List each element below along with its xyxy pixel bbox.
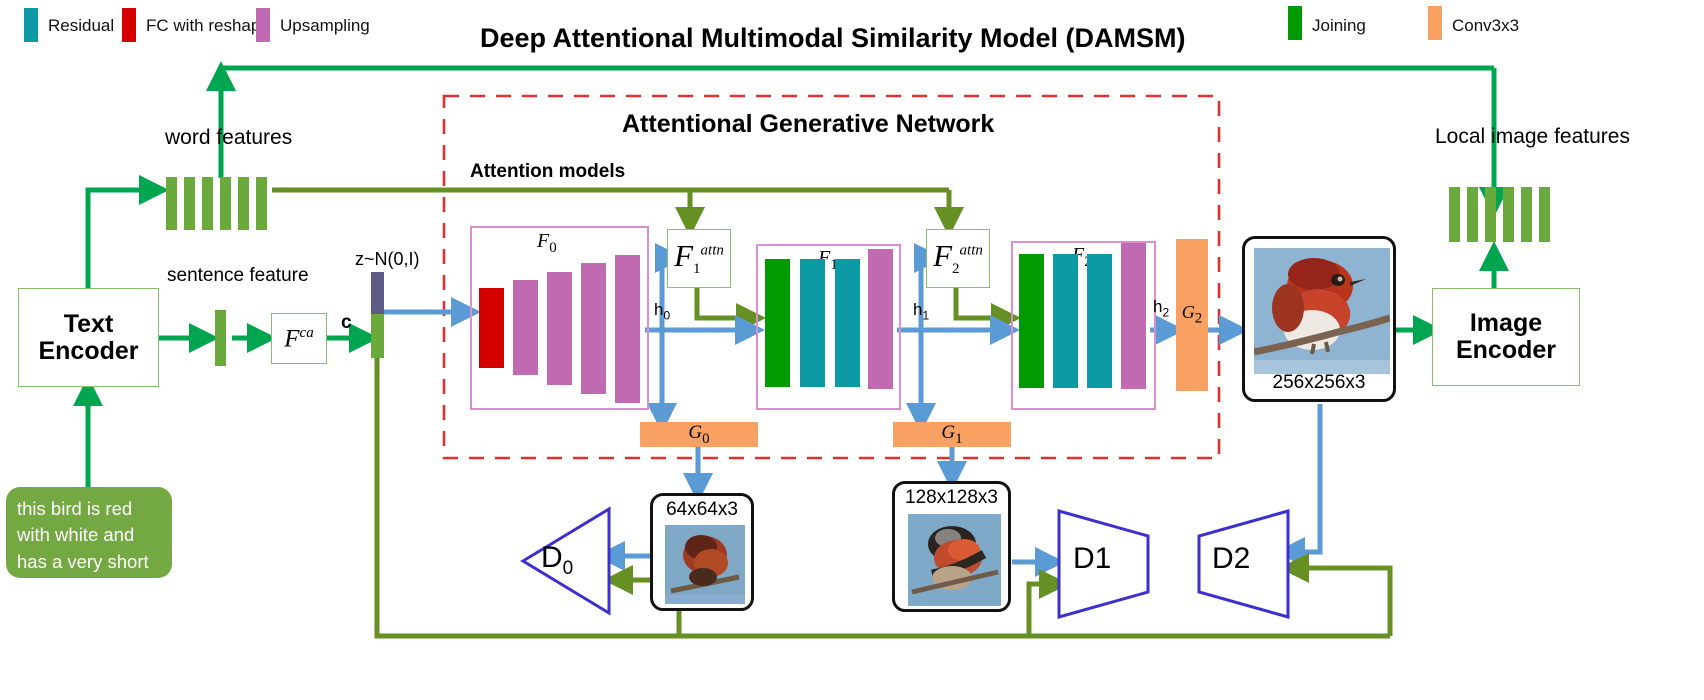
local-image-features-label: Local image features [1435, 125, 1630, 148]
generated-image-64 [665, 525, 745, 604]
legend-label-conv3x3: Conv3x3 [1452, 16, 1520, 35]
legend-swatch-residual [24, 8, 38, 42]
image-card-128: 128x128x3 [892, 481, 1011, 612]
image-card-64-caption: 64x64x3 [666, 499, 738, 520]
image-card-64: 64x64x3 [650, 493, 754, 611]
diagram-title: Deep Attentional Multimodal Similarity M… [480, 23, 1186, 53]
discriminator-d1-label: D1 [1073, 542, 1112, 575]
text-encoder: Text Encoder [18, 288, 159, 387]
fca-label: Fca [284, 324, 314, 353]
generator-g2: G2 [1176, 239, 1208, 391]
sentence-feature-label: sentence feature [167, 265, 309, 286]
f2-block-joining [1019, 254, 1044, 388]
attention-models-header: Attention models [470, 161, 626, 182]
attention-model-2: F2attn [926, 229, 990, 288]
condition-joining-bar [371, 314, 384, 358]
generator-g0: G0 [640, 422, 758, 447]
image-card-128-caption: 128x128x3 [905, 487, 998, 508]
generator-g1: G1 [893, 422, 1011, 447]
h0-label: h0 [654, 300, 671, 323]
f1-block-joining [765, 259, 790, 387]
f0-block-up4 [615, 255, 640, 403]
f0-block-up2 [547, 272, 572, 385]
wire-attn1-to-f1 [694, 286, 767, 333]
generated-image-128 [908, 514, 1001, 606]
legend-swatch-upsampling [256, 8, 270, 42]
f0-block-up3 [581, 263, 606, 394]
legend-label-fc-reshape: FC with reshape [146, 16, 270, 35]
attention-model-2-label: F2attn [933, 237, 983, 278]
fca-block: Fca [271, 313, 327, 364]
generator-g0-label: G0 [688, 421, 710, 447]
image-card-256: 256x256x3 [1242, 236, 1396, 402]
image-card-256-caption: 256x256x3 [1272, 372, 1366, 393]
attention-model-1-label: F1attn [674, 237, 724, 278]
c-label: c [341, 312, 352, 333]
image-encoder-label: Image Encoder [1455, 309, 1557, 364]
bird-photo-256 [1254, 248, 1390, 374]
f1-block-residual-1 [800, 259, 825, 387]
input-caption: this bird is red with white and has a ve… [6, 487, 172, 598]
f2-block-residual-2 [1087, 254, 1112, 388]
legend-swatch-fc-reshape [122, 8, 136, 42]
stage-f0-label: F0 [537, 230, 557, 256]
wire-attn2-to-f2 [953, 286, 1022, 333]
legend-label-joining: Joining [1312, 16, 1366, 35]
image-encoder: Image Encoder [1432, 288, 1580, 386]
legend-swatch-conv3x3 [1428, 6, 1442, 40]
bird-photo-64 [665, 525, 745, 604]
generated-image-256 [1254, 248, 1390, 374]
subnet-title: Attentional Generative Network [622, 110, 995, 138]
f0-block-up1 [513, 280, 538, 375]
generator-g1-label: G1 [941, 421, 963, 447]
attention-model-1: F1attn [667, 229, 731, 288]
noise-bar [371, 272, 384, 314]
text-encoder-label: Text Encoder [38, 309, 139, 365]
sentence-feature-bar [215, 310, 226, 366]
wire-word-features-to-attention [272, 187, 964, 238]
legend-swatch-joining [1288, 6, 1302, 40]
diagram-canvas: Residual FC with reshape Upsampling Join… [0, 0, 1704, 700]
f1-block-upsampling [868, 249, 893, 389]
h1-label: h1 [913, 300, 930, 323]
f0-block-fc [479, 288, 504, 368]
bird-photo-128 [908, 514, 1001, 606]
legend-label-residual: Residual [48, 16, 115, 35]
generator-g2-label: G2 [1181, 302, 1203, 327]
f1-block-residual-2 [835, 259, 860, 387]
discriminator-d0-label: D0 [541, 541, 574, 579]
noise-label: z~N(0,I) [355, 249, 420, 269]
discriminator-d2-label: D2 [1212, 542, 1251, 575]
legend-label-upsampling: Upsampling [280, 16, 370, 35]
word-features-label: word features [165, 126, 293, 149]
h2-label: h2 [1153, 297, 1170, 320]
f2-block-residual-1 [1053, 254, 1078, 388]
f2-block-upsampling [1121, 243, 1146, 389]
